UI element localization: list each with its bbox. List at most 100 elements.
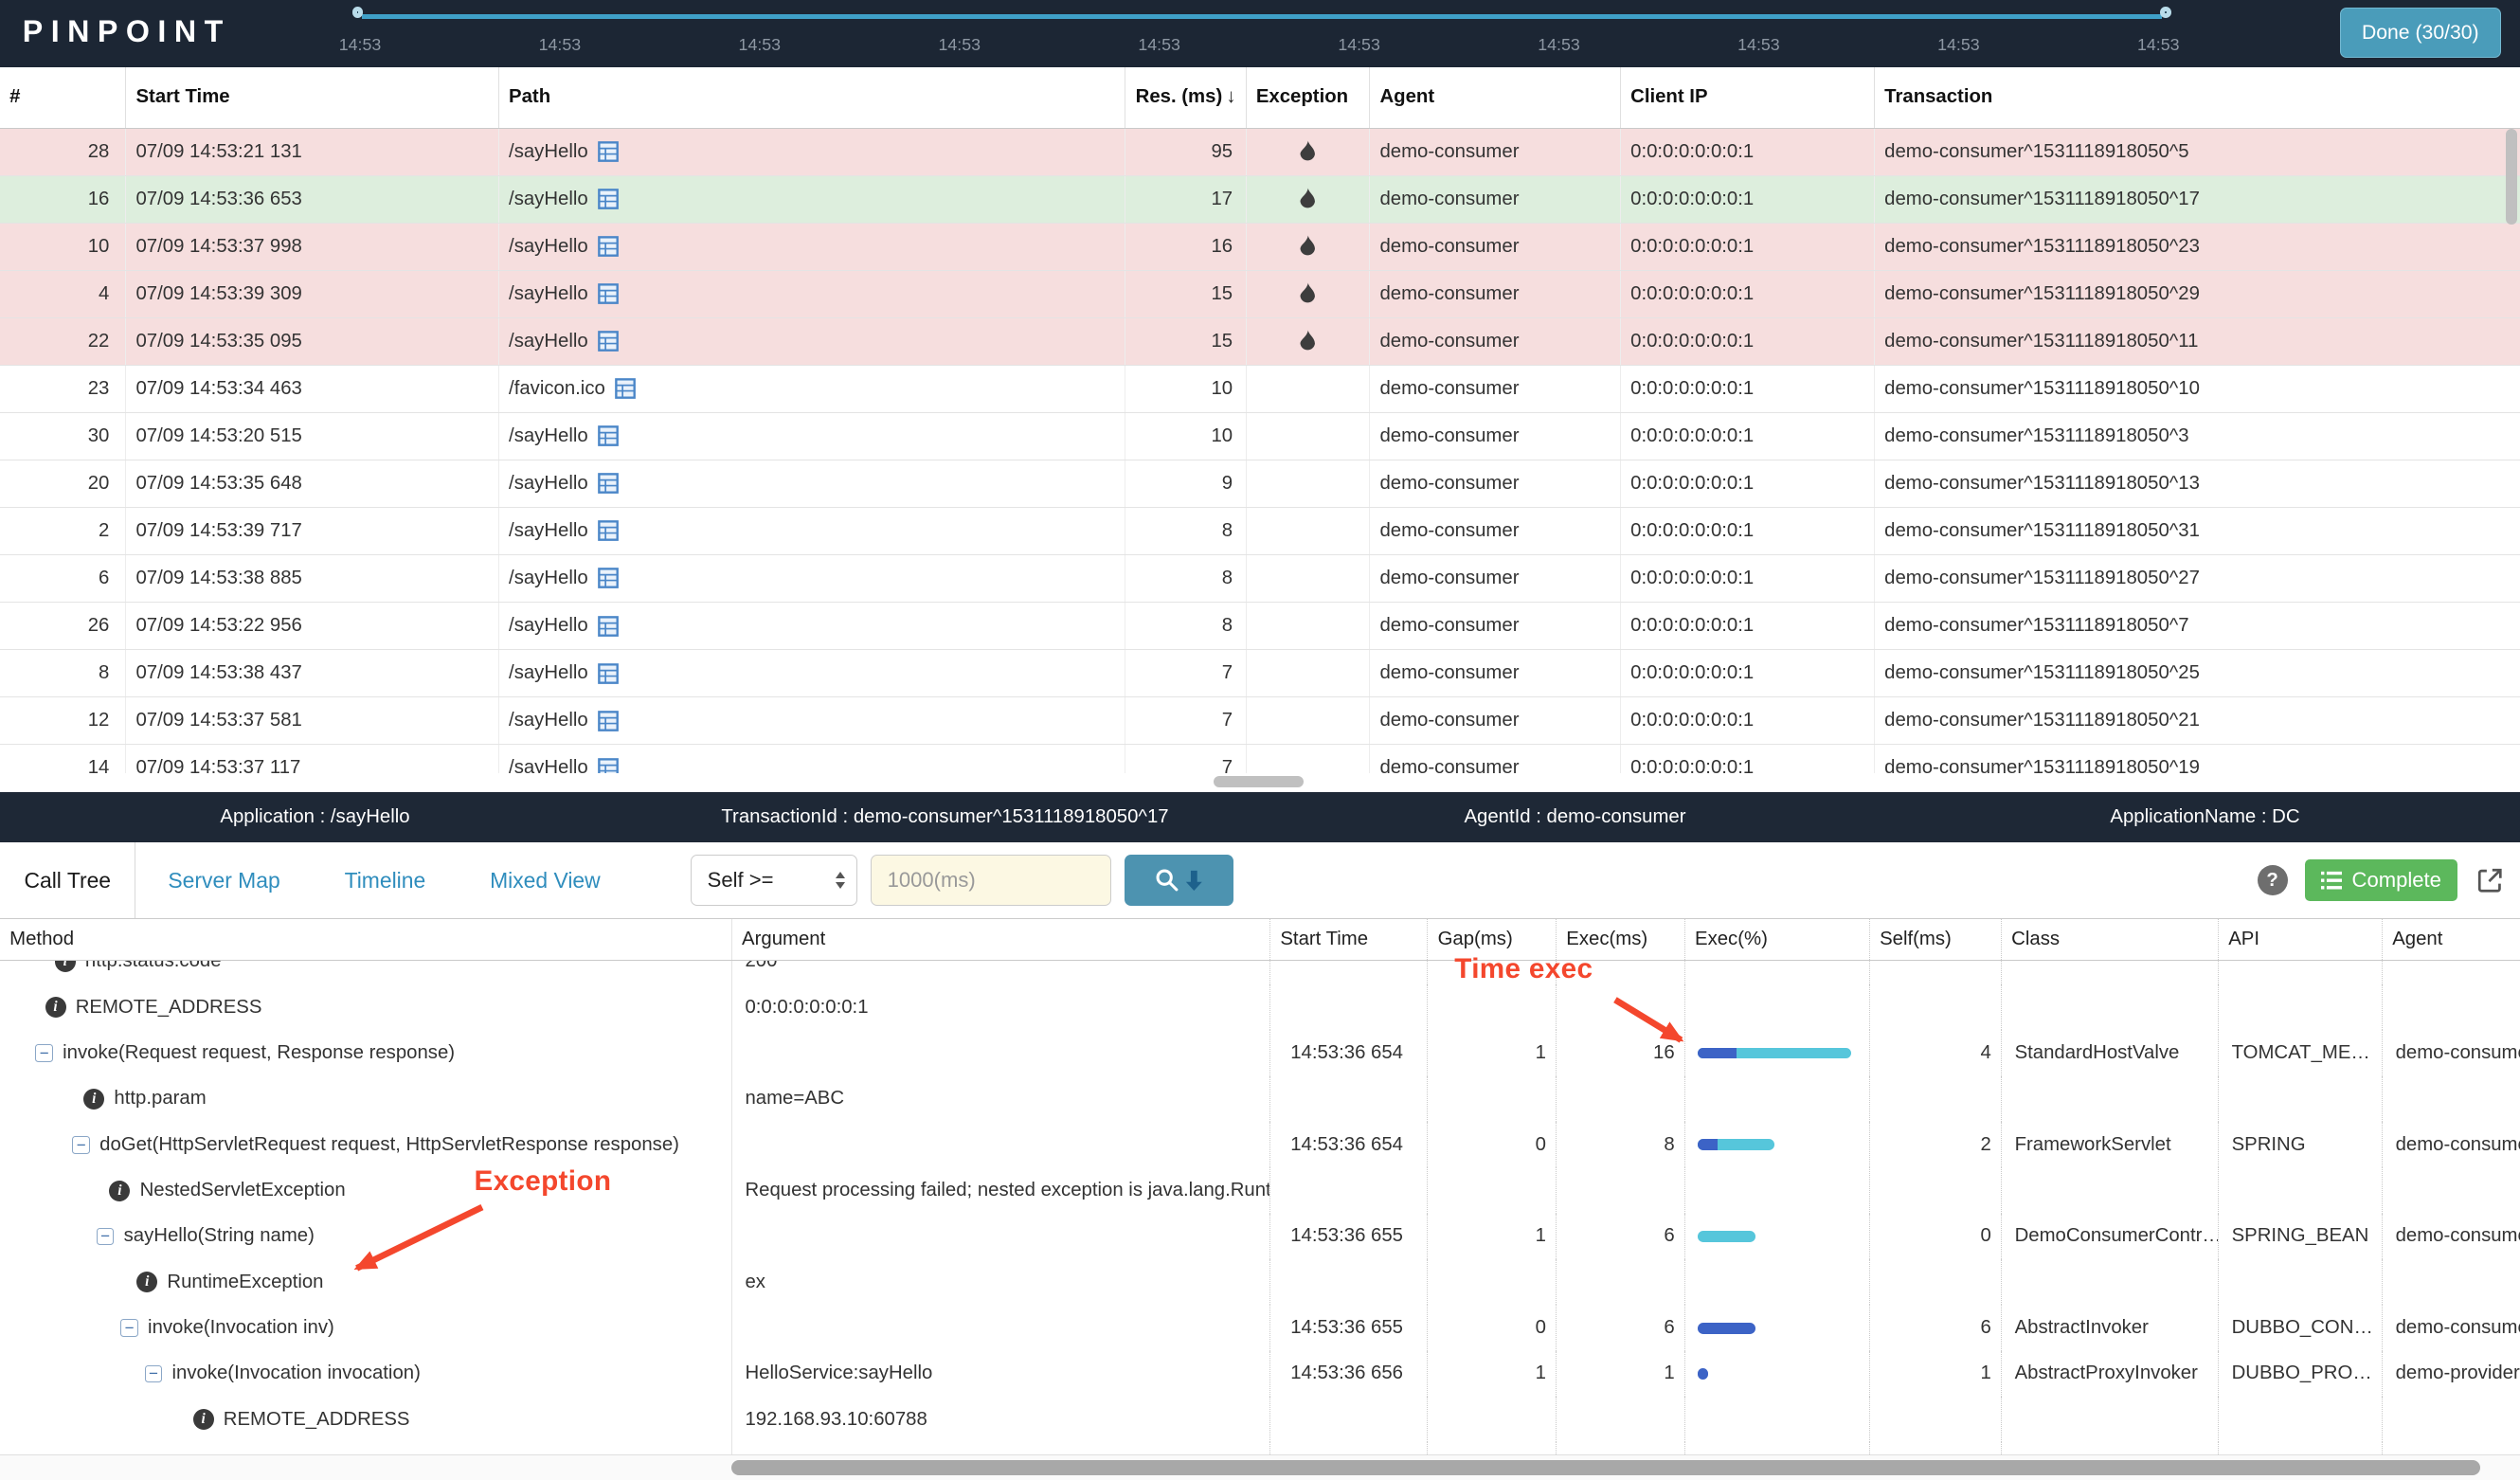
collapse-icon[interactable] xyxy=(96,1227,115,1246)
tab-mixed-view[interactable]: Mixed View xyxy=(458,842,632,918)
pinpoint-logo[interactable]: PINPOINT xyxy=(23,14,231,49)
txn-cell-client-ip: 0:0:0:0:0:0:0:1 xyxy=(1619,650,1874,697)
col-header-exception[interactable]: Exception xyxy=(1245,67,1370,128)
collapse-icon[interactable] xyxy=(120,1319,138,1337)
txn-cell-path: /sayHello xyxy=(497,175,1125,223)
transaction-row[interactable]: 8 07/09 14:53:38 437 /sayHello 7 demo-co… xyxy=(0,650,2520,698)
calltree-row[interactable]: REMOTE_ADDRESS 192.168.93.10:60788 xyxy=(0,1397,2520,1443)
list-icon xyxy=(2321,871,2343,890)
transaction-row[interactable]: 10 07/09 14:53:37 998 /sayHello 16 demo-… xyxy=(0,223,2520,271)
tab-call-tree[interactable]: Call Tree xyxy=(0,841,136,919)
transaction-row[interactable]: 22 07/09 14:53:35 095 /sayHello 15 demo-… xyxy=(0,317,2520,366)
transaction-detail-icon[interactable] xyxy=(598,568,619,589)
calltree-row[interactable]: invoke(Invocation inv) 14:53:36 655 0 6 xyxy=(0,1305,2520,1351)
col-header-client-ip[interactable]: Client IP xyxy=(1619,67,1874,128)
txn-cell-exception xyxy=(1245,175,1370,223)
transaction-row[interactable]: 4 07/09 14:53:39 309 /sayHello 15 demo-c… xyxy=(0,270,2520,318)
transaction-detail-icon[interactable] xyxy=(598,615,619,637)
col-header-transaction[interactable]: Transaction xyxy=(1873,67,2520,128)
transaction-row[interactable]: 26 07/09 14:53:22 956 /sayHello 8 demo-c… xyxy=(0,603,2520,651)
method-name: sayHello(String name) xyxy=(123,1225,315,1247)
transaction-row[interactable]: 30 07/09 14:53:20 515 /sayHello 10 demo-… xyxy=(0,412,2520,460)
transaction-detail-icon[interactable] xyxy=(598,283,619,305)
calltree-row[interactable]: sayHello(String name) 14:53:36 655 1 6 xyxy=(0,1213,2520,1260)
col-header-agent[interactable]: Agent xyxy=(1369,67,1620,128)
calltree-row[interactable]: http.status.code 200 xyxy=(0,961,2520,984)
txn-cell-start-time: 07/09 14:53:37 117 xyxy=(125,745,498,773)
exception-flame-icon xyxy=(1299,330,1317,352)
timeline-handle-left[interactable] xyxy=(351,6,364,18)
tab-server-map[interactable]: Server Map xyxy=(135,842,312,918)
gap-cell: 1 xyxy=(1427,1030,1556,1076)
transaction-detail-icon[interactable] xyxy=(598,331,619,352)
calltree-row[interactable]: invoke(Invocation invocation) HelloServi… xyxy=(0,1350,2520,1398)
collapse-icon[interactable] xyxy=(144,1364,163,1383)
calltree-row[interactable]: doGet(HttpServletRequest request, HttpSe… xyxy=(0,1442,2520,1455)
transaction-detail-icon[interactable] xyxy=(598,236,619,258)
agent-cell xyxy=(2382,1075,2520,1123)
filter-search-button[interactable] xyxy=(1124,854,1234,907)
gap-cell xyxy=(1427,1075,1556,1123)
agent-cell: demo-provider xyxy=(2382,1350,2520,1398)
argument-cell: 200 xyxy=(730,961,1269,984)
transaction-row[interactable]: 14 07/09 14:53:37 117 /sayHello 7 demo-c… xyxy=(0,745,2520,773)
transaction-rows: 28 07/09 14:53:21 131 /sayHello 95 demo-… xyxy=(0,128,2520,773)
done-button[interactable]: Done (30/30) xyxy=(2339,8,2501,59)
transaction-detail-icon[interactable] xyxy=(598,473,619,495)
info-icon xyxy=(45,997,66,1019)
col-header-res[interactable]: Res. (ms) xyxy=(1125,67,1245,128)
filter-threshold-input[interactable] xyxy=(870,854,1112,907)
transaction-detail-icon[interactable] xyxy=(598,520,619,542)
method-name: invoke(Request request, Response respons… xyxy=(63,1042,456,1064)
tab-timeline[interactable]: Timeline xyxy=(313,842,459,918)
col-header-start-time[interactable]: Start Time xyxy=(125,67,498,128)
transaction-detail-icon[interactable] xyxy=(598,141,619,163)
bottom-scrollbar-track xyxy=(0,1454,2520,1480)
txn-cell-transaction: demo-consumer^1531118918050^10 xyxy=(1873,365,2520,412)
exec-pct-cell xyxy=(1683,1030,1869,1076)
transaction-row[interactable]: 2 07/09 14:53:39 717 /sayHello 8 demo-co… xyxy=(0,507,2520,555)
transaction-row[interactable]: 12 07/09 14:53:37 581 /sayHello 7 demo-c… xyxy=(0,697,2520,746)
timeline-slider[interactable] xyxy=(351,6,2171,20)
calltree-row[interactable]: doGet(HttpServletRequest request, HttpSe… xyxy=(0,1122,2520,1168)
transaction-row[interactable]: 23 07/09 14:53:34 463 /favicon.ico 10 de… xyxy=(0,365,2520,413)
timeline-tick-label: 14:53 xyxy=(938,35,981,55)
bottom-scrollbar-thumb[interactable] xyxy=(730,1460,2480,1475)
table-vertical-scrollbar[interactable] xyxy=(2505,128,2517,226)
txn-cell-agent: demo-consumer xyxy=(1369,317,1620,365)
timeline-handle-right[interactable] xyxy=(2159,6,2171,18)
transaction-row[interactable]: 16 07/09 14:53:36 653 /sayHello 17 demo-… xyxy=(0,175,2520,224)
table-horizontal-scrollbar[interactable] xyxy=(1213,776,1304,788)
transaction-detail-icon[interactable] xyxy=(615,378,636,400)
calltree-row[interactable]: NestedServletException Request processin… xyxy=(0,1167,2520,1214)
transaction-detail-icon[interactable] xyxy=(598,710,619,731)
calltree-row[interactable]: invoke(Request request, Response respons… xyxy=(0,1030,2520,1076)
transaction-row[interactable]: 6 07/09 14:53:38 885 /sayHello 8 demo-co… xyxy=(0,554,2520,604)
exception-flame-icon xyxy=(1299,282,1317,305)
info-icon xyxy=(109,1180,131,1201)
calltree-row[interactable]: RuntimeException ex xyxy=(0,1259,2520,1306)
transaction-detail-icon[interactable] xyxy=(598,757,619,773)
col-header-path[interactable]: Path xyxy=(497,67,1125,128)
collapse-icon[interactable] xyxy=(72,1135,90,1154)
txn-cell-exception xyxy=(1245,412,1370,460)
calltree-row[interactable]: REMOTE_ADDRESS 0:0:0:0:0:0:0:1 xyxy=(0,984,2520,1031)
transaction-table-header: # Start Time Path Res. (ms) Exception Ag… xyxy=(0,67,2520,129)
txn-cell-path: /favicon.ico xyxy=(497,365,1125,412)
complete-button[interactable]: Complete xyxy=(2305,859,2457,902)
help-icon[interactable] xyxy=(2257,864,2288,896)
calltree-row[interactable]: http.param name=ABC xyxy=(0,1075,2520,1123)
col-header-num[interactable]: # xyxy=(0,67,125,127)
export-icon[interactable] xyxy=(2475,866,2505,895)
exec-time-bar xyxy=(1698,1139,1774,1151)
collapse-icon[interactable] xyxy=(35,1044,53,1062)
filter-type-select[interactable]: Self >= xyxy=(690,854,858,907)
transaction-detail-icon[interactable] xyxy=(598,662,619,684)
transaction-detail-icon[interactable] xyxy=(598,425,619,447)
exec-pct-cell xyxy=(1683,984,1869,1031)
self-time-bar xyxy=(1698,1047,1737,1059)
self-cell xyxy=(1868,1397,2001,1443)
transaction-row[interactable]: 28 07/09 14:53:21 131 /sayHello 95 demo-… xyxy=(0,128,2520,176)
transaction-row[interactable]: 20 07/09 14:53:35 648 /sayHello 9 demo-c… xyxy=(0,460,2520,508)
transaction-detail-icon[interactable] xyxy=(598,189,619,210)
